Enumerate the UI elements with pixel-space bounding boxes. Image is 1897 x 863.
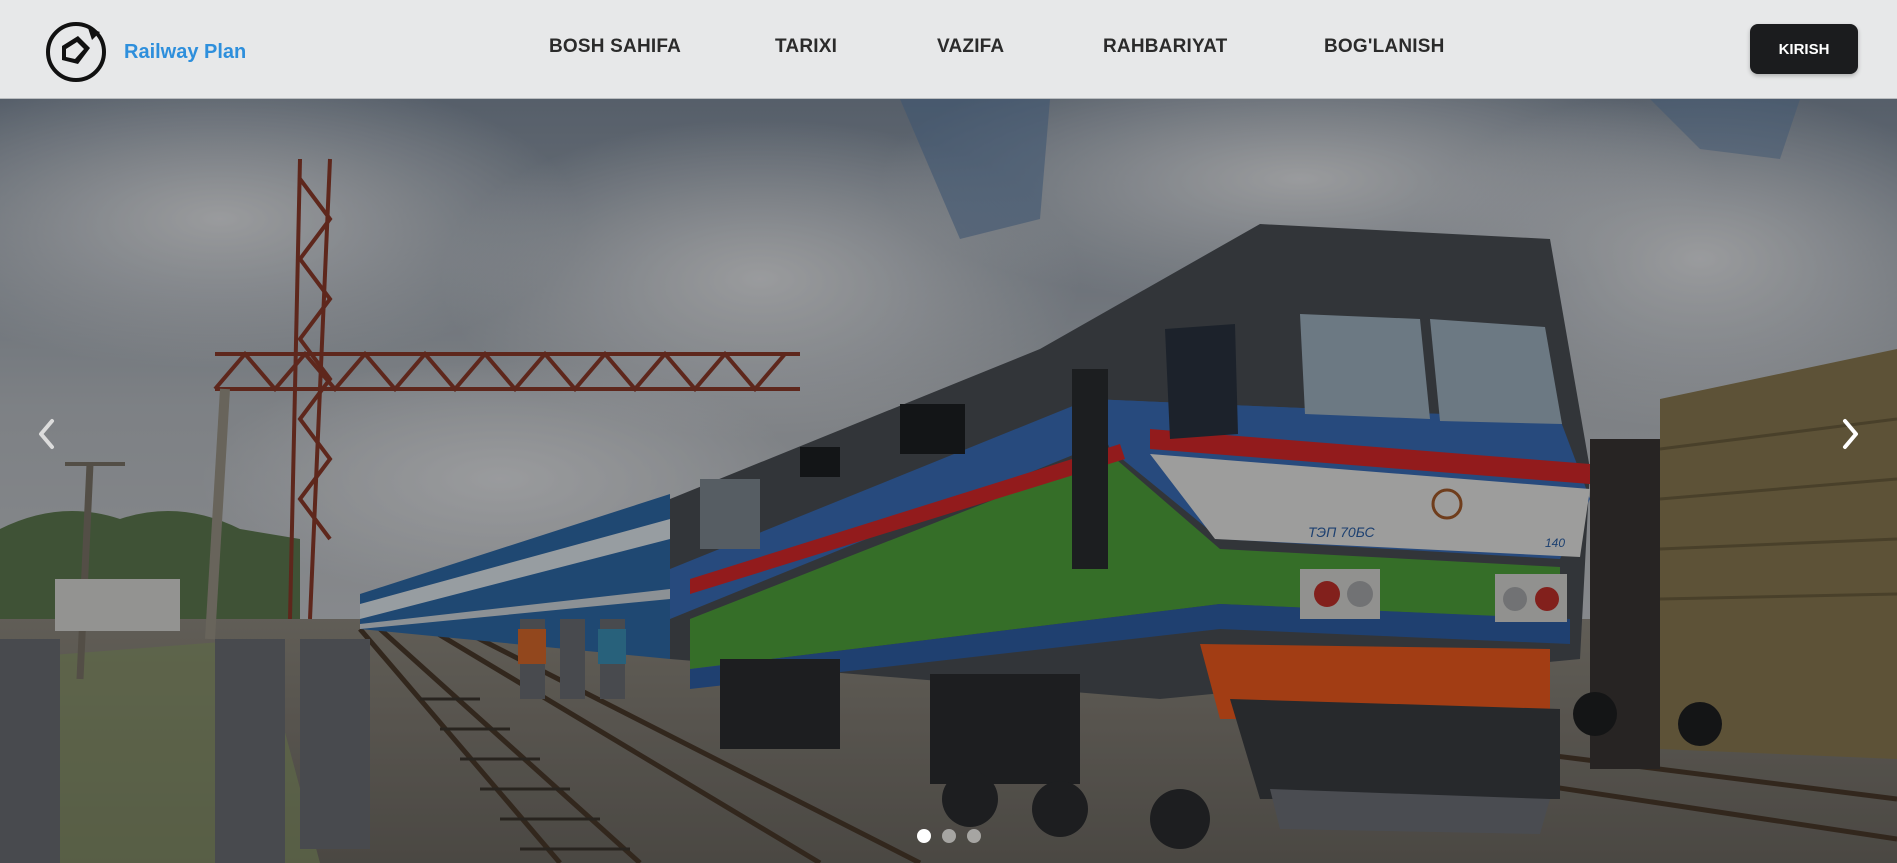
nav-item-home[interactable]: BOSH SAHIFA xyxy=(549,36,681,58)
locomotive-marking: ТЭП 70БС xyxy=(1308,524,1376,540)
nav-item-mission[interactable]: VAZIFA xyxy=(937,36,1004,58)
carousel-next-button[interactable] xyxy=(1830,409,1870,459)
hero-carousel: ТЭП 70БС 140 xyxy=(0,99,1897,863)
carousel-indicators xyxy=(0,829,1897,843)
carousel-dot-2[interactable] xyxy=(941,829,956,843)
nav-item-leadership[interactable]: RAHBARIYAT xyxy=(1103,36,1227,58)
carousel-dot-1[interactable] xyxy=(916,829,931,843)
chevron-left-icon xyxy=(39,419,54,449)
nav-item-contact[interactable]: BOG'LANISH xyxy=(1324,36,1445,58)
main-nav: BOSH SAHIFA TARIXI VAZIFA RAHBARIYAT BOG… xyxy=(0,36,1897,66)
locomotive-number: 140 xyxy=(1545,536,1565,550)
chevron-right-icon xyxy=(1843,419,1858,449)
login-button[interactable]: KIRISH xyxy=(1750,24,1858,74)
carousel-dot-3[interactable] xyxy=(966,829,981,843)
carousel-prev-button[interactable] xyxy=(27,409,67,459)
nav-item-history[interactable]: TARIXI xyxy=(775,36,837,58)
hero-slide-image: ТЭП 70БС 140 xyxy=(0,99,1897,863)
site-header: Railway Plan BOSH SAHIFA TARIXI VAZIFA R… xyxy=(0,0,1897,99)
